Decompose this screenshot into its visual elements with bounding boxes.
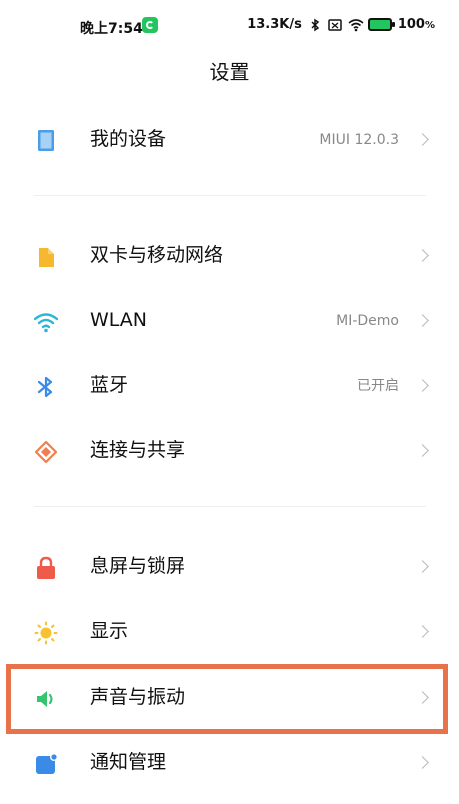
notification-icon (34, 752, 58, 776)
chevron-right-icon (416, 249, 429, 262)
highlight-annotation (6, 664, 448, 734)
chevron-right-icon (416, 756, 429, 769)
settings-item-dual-sim[interactable]: 双卡与移动网络 (0, 223, 459, 287)
settings-item-label: WLAN (90, 309, 148, 331)
settings-item-label: 双卡与移动网络 (90, 244, 224, 266)
settings-item-label: 显示 (90, 620, 129, 642)
settings-item-my-device[interactable]: 我的设备 MIUI 12.0.3 (0, 107, 459, 171)
sun-icon (34, 621, 58, 645)
chevron-right-icon (416, 625, 429, 638)
chevron-right-icon (416, 133, 429, 146)
sim-card-icon (34, 245, 58, 269)
section-divider (34, 506, 426, 507)
settings-item-label: 蓝牙 (90, 374, 129, 396)
device-icon (34, 129, 58, 153)
chevron-right-icon (416, 314, 429, 327)
wechat-notification-icon (142, 17, 158, 33)
settings-item-wlan[interactable]: WLAN MI-Demo (0, 288, 459, 352)
bluetooth-icon (34, 375, 58, 399)
lock-icon (34, 556, 58, 580)
settings-item-label: 息屏与锁屏 (90, 555, 186, 577)
section-divider (34, 195, 426, 196)
settings-item-display[interactable]: 显示 (0, 599, 459, 663)
settings-item-label: 我的设备 (90, 128, 167, 150)
settings-item-label: 通知管理 (90, 751, 167, 773)
settings-item-connection-sharing[interactable]: 连接与共享 (0, 418, 459, 482)
status-bar: 晚上7:54 13.3K/s 100% (0, 0, 459, 54)
settings-item-notifications[interactable]: 通知管理 (0, 730, 459, 794)
bluetooth-status-icon (308, 18, 322, 32)
sim-off-icon (328, 18, 342, 32)
network-speed: 13.3K/s (247, 17, 302, 32)
wifi-status-icon (348, 18, 364, 32)
status-right-group: 13.3K/s 100% (247, 17, 435, 32)
battery-level: 100% (397, 17, 435, 32)
settings-item-bluetooth[interactable]: 蓝牙 已开启 (0, 353, 459, 417)
settings-item-value: MI-Demo (336, 313, 399, 329)
settings-item-value: 已开启 (357, 378, 399, 394)
settings-item-value: MIUI 12.0.3 (319, 132, 399, 148)
chevron-right-icon (416, 560, 429, 573)
page-title: 设置 (209, 60, 250, 84)
status-time: 晚上7:54 (80, 21, 143, 37)
wifi-icon (33, 310, 59, 334)
settings-item-label: 连接与共享 (90, 439, 186, 461)
chevron-right-icon (416, 379, 429, 392)
chevron-right-icon (416, 444, 429, 457)
battery-icon (367, 18, 395, 31)
connection-icon (34, 440, 58, 464)
settings-item-lock-screen[interactable]: 息屏与锁屏 (0, 534, 459, 598)
